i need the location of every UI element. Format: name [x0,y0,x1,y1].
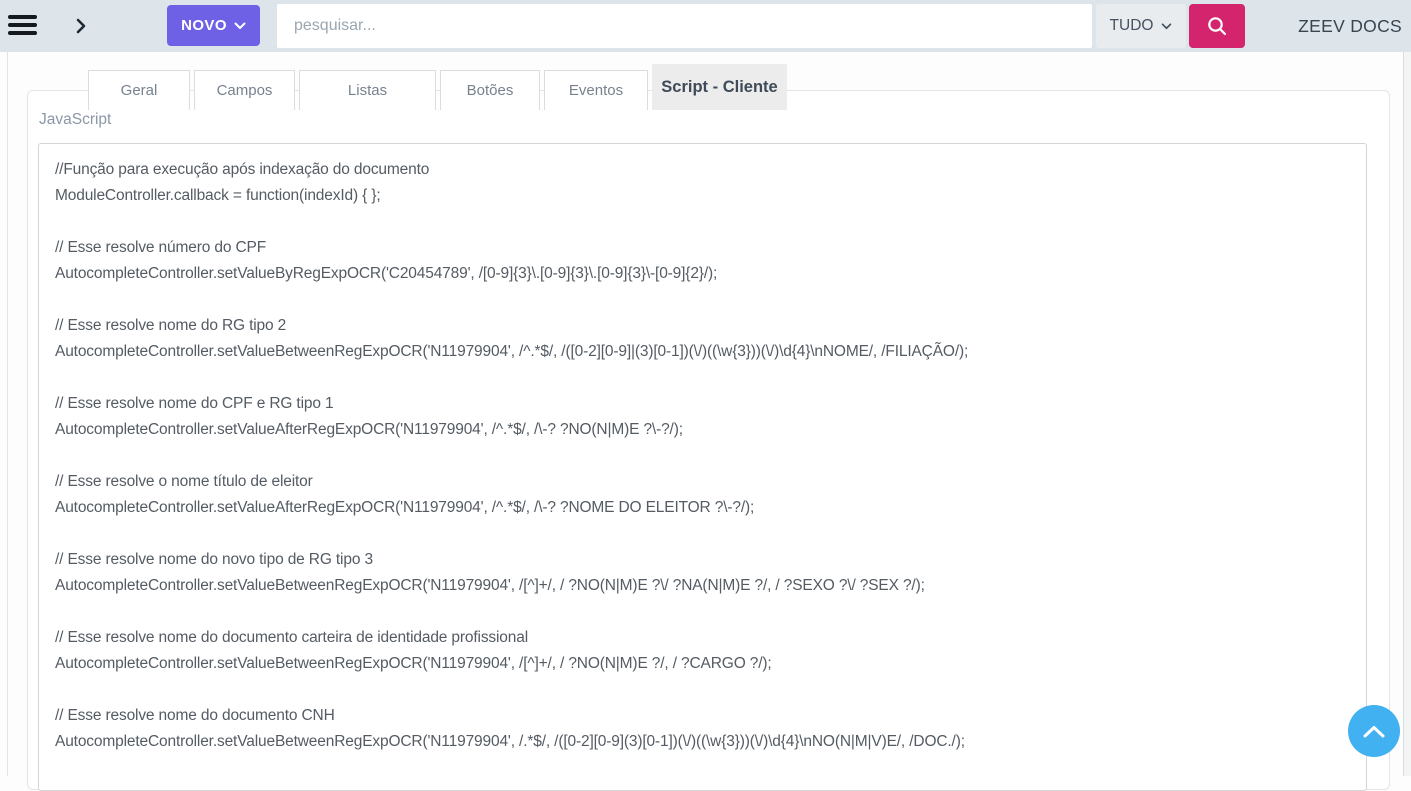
code-line [55,365,1350,391]
chevron-down-icon [234,22,246,30]
novo-button[interactable]: NOVO [167,5,260,46]
top-header: NOVO TUDO ZEEV DOCS [0,0,1411,52]
brand-title: ZEEV DOCS [1298,0,1402,52]
novo-button-label: NOVO [181,17,227,34]
code-line [55,209,1350,235]
chevron-up-icon [1363,725,1385,738]
code-line: AutocompleteController.setValueBetweenRe… [55,339,1350,365]
code-line: // Esse resolve nome do documento cartei… [55,625,1350,651]
code-line [55,443,1350,469]
tab-bot-es[interactable]: Botões [440,70,540,110]
code-line: AutocompleteController.setValueBetweenRe… [55,651,1350,677]
search-button[interactable] [1189,4,1245,48]
code-line: // Esse resolve nome do novo tipo de RG … [55,547,1350,573]
code-line: // Esse resolve nome do CPF e RG tipo 1 [55,391,1350,417]
tab-script-cliente[interactable]: Script - Cliente [652,64,787,110]
code-line: ModuleController.callback = function(ind… [55,183,1350,209]
chevron-down-icon [1161,23,1172,30]
code-line: AutocompleteController.setValueAfterRegE… [55,417,1350,443]
code-line [55,287,1350,313]
search-input[interactable] [277,4,1092,48]
scope-dropdown-label: TUDO [1110,17,1154,35]
editor-label: JavaScript [39,111,111,129]
code-line [55,521,1350,547]
code-line: // Esse resolve nome do documento CNH [55,703,1350,729]
code-line: //Função para execução após indexação do… [55,157,1350,183]
chevron-right-icon[interactable] [72,17,90,35]
tab-bar: GeralCamposListasBotõesEventosScript - C… [88,64,787,110]
menu-icon[interactable] [8,15,37,37]
code-line: AutocompleteController.setValueBetweenRe… [55,729,1350,755]
code-line: // Esse resolve número do CPF [55,235,1350,261]
tab-geral[interactable]: Geral [88,70,190,110]
scroll-top-button[interactable] [1348,705,1400,757]
code-line [55,599,1350,625]
code-line: AutocompleteController.setValueAfterRegE… [55,495,1350,521]
search-icon [1206,15,1228,37]
scope-dropdown[interactable]: TUDO [1096,4,1186,48]
code-line [55,677,1350,703]
code-editor[interactable]: //Função para execução após indexação do… [38,143,1367,791]
left-divider [7,52,8,776]
code-line: AutocompleteController.setValueBetweenRe… [55,573,1350,599]
code-line: // Esse resolve nome do RG tipo 2 [55,313,1350,339]
code-line: AutocompleteController.setValueByRegExpO… [55,261,1350,287]
tab-eventos[interactable]: Eventos [544,70,648,110]
page-scrollbar[interactable] [1403,52,1411,776]
code-line: // Esse resolve o nome título de eleitor [55,469,1350,495]
tab-campos[interactable]: Campos [194,70,295,110]
tab-listas[interactable]: Listas [299,70,436,110]
